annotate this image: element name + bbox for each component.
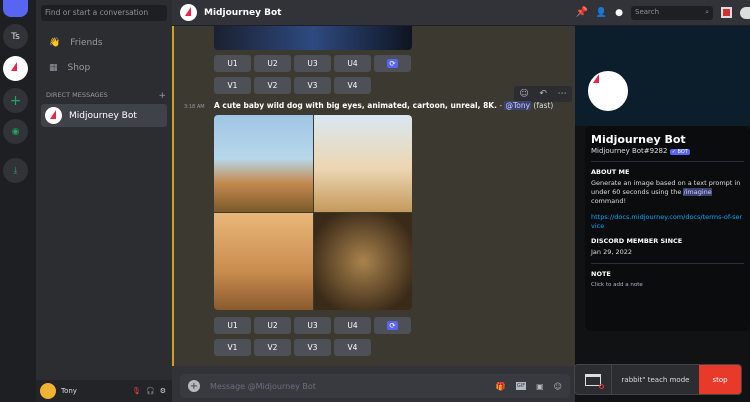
help-icon[interactable] — [740, 6, 750, 19]
profile-tag: Midjourney Bot#9282 — [591, 147, 668, 155]
generated-image-1[interactable] — [214, 115, 313, 212]
terms-link[interactable]: https://docs.midjourney.com/docs/terms-o… — [591, 213, 744, 231]
member-since-title: DISCORD MEMBER SINCE — [591, 237, 683, 245]
teach-mode-label: rabbit" teach mode — [621, 375, 690, 384]
dm-header: DIRECT MESSAGES — [46, 91, 108, 99]
add-friend-icon[interactable]: 👤 — [596, 8, 607, 18]
note-title: NOTE — [591, 270, 611, 278]
more-icon[interactable]: ⋯ — [558, 89, 567, 99]
upscale-3-button[interactable]: U3 — [294, 55, 331, 72]
reroll-button[interactable]: ⟳ — [374, 55, 411, 72]
headphones-icon[interactable]: 🎧 — [146, 387, 155, 395]
shop-icon: ▦ — [49, 63, 58, 73]
variation-3-button[interactable]: V3 — [294, 339, 331, 356]
upscale-4-button[interactable]: U4 — [334, 317, 371, 334]
profile-toggle-icon[interactable]: ● — [615, 8, 623, 18]
image-grid[interactable] — [214, 115, 412, 310]
about-text: Generate an image based on a text prompt… — [591, 179, 741, 205]
gift-icon[interactable]: 🎁 — [496, 382, 506, 391]
message-composer[interactable]: + Message @Midjourney Bot 🎁 GIF ▣ ☺ — [180, 374, 570, 398]
generated-image-2[interactable] — [313, 115, 412, 212]
message-input[interactable]: Message @Midjourney Bot — [210, 382, 486, 391]
teach-mode-bar: rabbit" teach mode stop — [574, 364, 742, 395]
prompt-text: A cute baby wild dog with big eyes, anim… — [214, 101, 497, 110]
upscale-4-button[interactable]: U4 — [334, 55, 371, 72]
profile-name: Midjourney Bot — [591, 133, 686, 146]
add-reaction-icon[interactable]: ☺ — [519, 89, 528, 99]
find-conversation-input[interactable]: Find or start a conversation — [41, 5, 167, 21]
bot-badge: ✓ BOT — [669, 149, 690, 155]
user-panel: Tony 🎙 🎧 ⚙ — [36, 380, 172, 402]
upscale-1-button[interactable]: U1 — [214, 55, 251, 72]
download-icon[interactable]: ⤓ — [3, 158, 28, 183]
previous-image[interactable] — [214, 26, 412, 50]
avatar[interactable] — [40, 383, 56, 399]
nav-shop[interactable]: ▦ Shop — [41, 58, 167, 78]
server-rail: Ts + ◉ ⤓ — [0, 0, 32, 402]
variation-2-button[interactable]: V2 — [254, 339, 291, 356]
add-server-icon[interactable]: + — [3, 88, 28, 113]
mute-icon[interactable]: 🎙 — [132, 387, 141, 395]
dm-sidebar: Find or start a conversation 👋 Friends ▦ S… — [36, 0, 172, 402]
avatar — [45, 107, 62, 124]
search-input[interactable]: Search ⌕ — [631, 5, 713, 20]
message-content: A cute baby wild dog with big eyes, anim… — [214, 101, 554, 110]
inbox-icon[interactable] — [721, 7, 732, 18]
nav-friends[interactable]: 👋 Friends — [41, 33, 167, 53]
gif-button[interactable]: GIF — [515, 382, 527, 390]
server-ts[interactable]: Ts — [3, 24, 28, 49]
window-record-icon — [575, 365, 612, 394]
avatar — [180, 4, 197, 21]
attach-icon[interactable]: + — [188, 380, 200, 392]
speed-label: (fast) — [533, 101, 554, 110]
channel-title: Midjourney Bot — [204, 7, 282, 18]
about-title: ABOUT ME — [591, 168, 630, 176]
discord-home-icon[interactable] — [3, 0, 28, 17]
upscale-3-button[interactable]: U3 — [294, 317, 331, 334]
friends-icon: 👋 — [49, 38, 61, 48]
variation-4-button[interactable]: V4 — [334, 77, 371, 94]
stop-button[interactable]: stop — [699, 365, 741, 394]
reroll-button[interactable]: ⟳ — [374, 317, 411, 334]
message-time: 3:18 AM — [184, 104, 205, 110]
dm-item-label: Midjourney Bot — [69, 110, 137, 121]
sticker-icon[interactable]: ▣ — [536, 382, 544, 391]
upscale-2-button[interactable]: U2 — [254, 317, 291, 334]
generated-image-4[interactable] — [313, 213, 412, 310]
dm-item-midjourney[interactable]: Midjourney Bot — [41, 104, 167, 127]
variation-1-button[interactable]: V1 — [214, 77, 251, 94]
profile-panel: Midjourney Bot Midjourney Bot#9282 ✓ BOT… — [575, 26, 750, 402]
note-input[interactable]: Click to add a note — [591, 281, 744, 290]
server-midjourney[interactable] — [3, 56, 28, 81]
profile-avatar — [585, 68, 631, 114]
generated-image-3[interactable] — [214, 213, 313, 310]
user-mention[interactable]: @Tony — [504, 101, 532, 110]
message-actions: ☺ ↶ ⋯ — [514, 86, 572, 102]
add-dm-button[interactable]: + — [158, 91, 166, 101]
user-name: Tony — [61, 387, 77, 395]
chat-area: U1 U2 U3 U4 ⟳ V1 V2 V3 V4 ☺ ↶ ⋯ 3:18 AM A … — [172, 26, 575, 366]
reply-icon[interactable]: ↶ — [539, 89, 547, 99]
variation-1-button[interactable]: V1 — [214, 339, 251, 356]
explore-icon[interactable]: ◉ — [3, 119, 28, 144]
search-icon: ⌕ — [705, 7, 709, 16]
upscale-1-button[interactable]: U1 — [214, 317, 251, 334]
variation-3-button[interactable]: V3 — [294, 77, 331, 94]
variation-4-button[interactable]: V4 — [334, 339, 371, 356]
emoji-icon[interactable]: ☺ — [554, 382, 562, 391]
upscale-2-button[interactable]: U2 — [254, 55, 291, 72]
chat-header: Midjourney Bot 📌 👤 ● Search ⌕ — [172, 0, 750, 26]
member-since-date: Jan 29, 2022 — [591, 248, 633, 256]
shop-label: Shop — [67, 63, 91, 73]
variation-2-button[interactable]: V2 — [254, 77, 291, 94]
friends-label: Friends — [70, 38, 103, 48]
profile-card: Midjourney Bot Midjourney Bot#9282 ✓ BOT… — [585, 126, 750, 331]
settings-icon[interactable]: ⚙ — [160, 387, 166, 395]
pin-icon[interactable]: 📌 — [575, 7, 587, 18]
